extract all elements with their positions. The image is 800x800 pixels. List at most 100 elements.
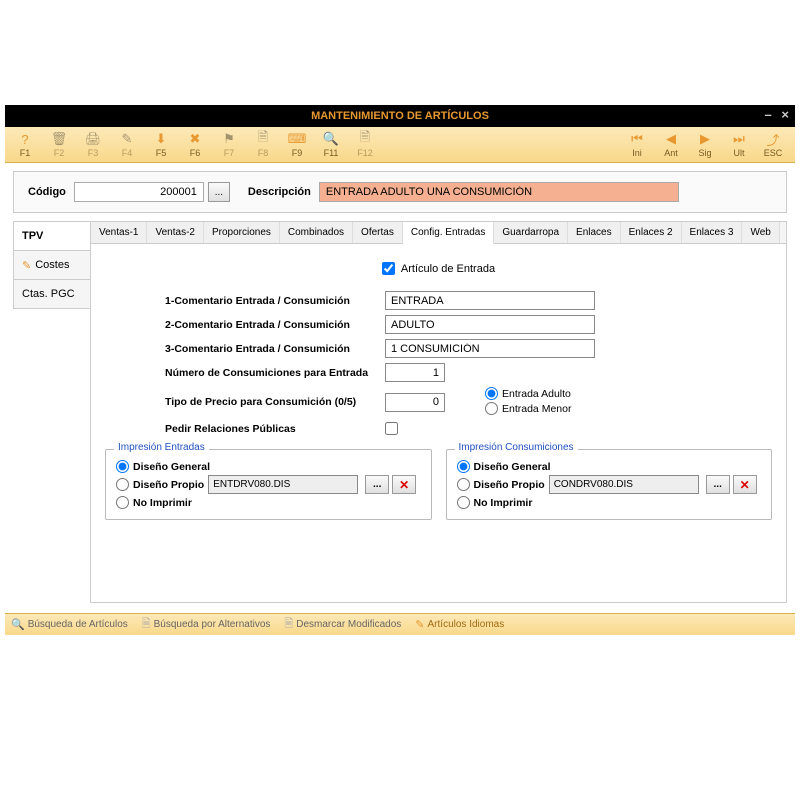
tab-proporciones[interactable]: Proporciones — [204, 222, 280, 243]
pedir-rrpp-checkbox[interactable] — [385, 422, 398, 435]
descripcion-input[interactable] — [319, 182, 679, 202]
articulo-entrada-checkbox[interactable] — [382, 262, 395, 275]
f6-button[interactable]: ✖F6 — [179, 129, 211, 161]
exit-icon: ⤴ — [765, 131, 781, 147]
descripcion-label: Descripción — [248, 186, 311, 198]
ie-noimprimir-radio[interactable] — [116, 496, 129, 509]
edit-icon: ✎ — [119, 131, 135, 147]
f8-button[interactable]: 🗎F8 — [247, 129, 279, 161]
ie-propio-row[interactable]: Diseño Propio — [116, 478, 204, 491]
ic-propio-radio[interactable] — [457, 478, 470, 491]
ie-clear-button[interactable]: ✕ — [392, 475, 416, 494]
f5-button[interactable]: ⬇F5 — [145, 129, 177, 161]
form-body: Artículo de Entrada 1-Comentario Entrada… — [91, 244, 786, 602]
edit-icon: ✎ — [22, 259, 31, 272]
first-icon: ⏮ — [629, 131, 645, 147]
top-tabs: Ventas-1 Ventas-2 Proporciones Combinado… — [91, 222, 786, 244]
left-tab-costes[interactable]: ✎Costes — [13, 250, 91, 280]
codigo-input[interactable] — [74, 182, 204, 202]
entrada-menor-row[interactable]: Entrada Menor — [485, 402, 571, 415]
ic-noimprimir-radio[interactable] — [457, 496, 470, 509]
nav-first-button[interactable]: ⏮Ini — [621, 129, 653, 161]
f2-button[interactable]: 🗑F2 — [43, 129, 75, 161]
esc-button[interactable]: ⤴ESC — [757, 129, 789, 161]
prev-icon: ◀ — [663, 131, 679, 147]
flag-icon: ⚑ — [221, 131, 237, 147]
left-tab-ctas-pgc[interactable]: Ctas. PGC — [13, 279, 91, 309]
ie-general-row[interactable]: Diseño General — [116, 460, 421, 473]
impresion-consumiciones-fieldset: Impresión Consumiciones Diseño General D… — [446, 449, 773, 520]
articulo-entrada-label: Artículo de Entrada — [401, 263, 495, 275]
num-consumiciones-input[interactable] — [385, 363, 445, 382]
tab-guardarropa[interactable]: Guardarropa — [494, 222, 568, 243]
entrada-adulto-row[interactable]: Entrada Adulto — [485, 387, 571, 400]
ic-general-radio[interactable] — [457, 460, 470, 473]
f1-button[interactable]: ?F1 — [9, 129, 41, 161]
tipo-precio-input[interactable] — [385, 393, 445, 412]
pedir-rrpp-label: Pedir Relaciones Públicas — [165, 423, 385, 435]
toolbar: ?F1 🗑F2 🖨F3 ✎F4 ⬇F5 ✖F6 ⚑F7 🗎F8 ⌨F9 🔍F11… — [5, 127, 795, 163]
titlebar: MANTENIMIENTO DE ARTÍCULOS – × — [5, 105, 795, 127]
f7-button[interactable]: ⚑F7 — [213, 129, 245, 161]
comentario1-input[interactable] — [385, 291, 595, 310]
f3-button[interactable]: 🖨F3 — [77, 129, 109, 161]
num-consumiciones-label: Número de Consumiciones para Entrada — [165, 367, 385, 379]
close-button[interactable]: × — [781, 107, 789, 122]
help-icon: ? — [17, 131, 33, 147]
impresion-entradas-fieldset: Impresión Entradas Diseño General Diseño… — [105, 449, 432, 520]
sb-articulos-idiomas[interactable]: ✎Artículos Idiomas — [415, 618, 504, 631]
left-tab-tpv[interactable]: TPV — [13, 221, 91, 251]
tab-config-entradas[interactable]: Config. Entradas — [403, 222, 495, 244]
tab-ventas-1[interactable]: Ventas-1 — [91, 222, 147, 243]
search-icon: 🔍 — [323, 131, 339, 147]
ie-noimprimir-row[interactable]: No Imprimir — [116, 496, 421, 509]
tab-web[interactable]: Web — [742, 222, 779, 243]
print-icon: 🖨 — [85, 131, 101, 147]
content-area: Código ... Descripción TPV ✎Costes Ctas.… — [5, 163, 795, 613]
sb-desmarcar[interactable]: 🗎Desmarcar Modificados — [284, 615, 401, 634]
save-icon: ⬇ — [153, 131, 169, 147]
minimize-button[interactable]: – — [765, 107, 772, 122]
f4-button[interactable]: ✎F4 — [111, 129, 143, 161]
sb-busqueda-alternativos[interactable]: 🗎Búsqueda por Alternativos — [142, 615, 271, 634]
f9-button[interactable]: ⌨F9 — [281, 129, 313, 161]
comentario3-label: 3-Comentario Entrada / Consumición — [165, 343, 385, 355]
entrada-adulto-radio[interactable] — [485, 387, 498, 400]
nav-last-button[interactable]: ⏭Ult — [723, 129, 755, 161]
ic-lookup-button[interactable]: ... — [706, 475, 730, 494]
next-icon: ▶ — [697, 131, 713, 147]
doc-icon: 🗎 — [142, 615, 151, 634]
f12-button[interactable]: 🗎F12 — [349, 129, 381, 161]
impresion-entradas-legend: Impresión Entradas — [114, 442, 209, 453]
tab-enlaces-3[interactable]: Enlaces 3 — [682, 222, 743, 243]
tab-enlaces[interactable]: Enlaces — [568, 222, 621, 243]
ie-lookup-button[interactable]: ... — [365, 475, 389, 494]
tab-combinados[interactable]: Combinados — [280, 222, 353, 243]
ie-general-radio[interactable] — [116, 460, 129, 473]
ic-noimprimir-row[interactable]: No Imprimir — [457, 496, 762, 509]
tab-enlaces-2[interactable]: Enlaces 2 — [621, 222, 682, 243]
comentario3-input[interactable] — [385, 339, 595, 358]
search-icon: 🔍 — [11, 618, 25, 631]
nav-next-button[interactable]: ▶Sig — [689, 129, 721, 161]
tab-ventas-2[interactable]: Ventas-2 — [147, 222, 203, 243]
ic-clear-button[interactable]: ✕ — [733, 475, 757, 494]
comentario2-input[interactable] — [385, 315, 595, 334]
articulo-entrada-row[interactable]: Artículo de Entrada — [382, 262, 495, 275]
codigo-lookup-button[interactable]: ... — [208, 182, 230, 202]
ic-file-input[interactable] — [549, 475, 699, 494]
f11-button[interactable]: 🔍F11 — [315, 129, 347, 161]
main-panel: Ventas-1 Ventas-2 Proporciones Combinado… — [90, 221, 787, 603]
ie-file-input[interactable] — [208, 475, 358, 494]
impresion-consumiciones-legend: Impresión Consumiciones — [455, 442, 578, 453]
ic-propio-row[interactable]: Diseño Propio — [457, 478, 545, 491]
ic-general-row[interactable]: Diseño General — [457, 460, 762, 473]
keyboard-icon: ⌨ — [289, 131, 305, 147]
nav-prev-button[interactable]: ◀Ant — [655, 129, 687, 161]
comentario1-label: 1-Comentario Entrada / Consumición — [165, 295, 385, 307]
ie-propio-radio[interactable] — [116, 478, 129, 491]
entrada-menor-radio[interactable] — [485, 402, 498, 415]
last-icon: ⏭ — [731, 131, 747, 147]
tab-ofertas[interactable]: Ofertas — [353, 222, 403, 243]
sb-busqueda-articulos[interactable]: 🔍Búsqueda de Artículos — [11, 618, 128, 631]
